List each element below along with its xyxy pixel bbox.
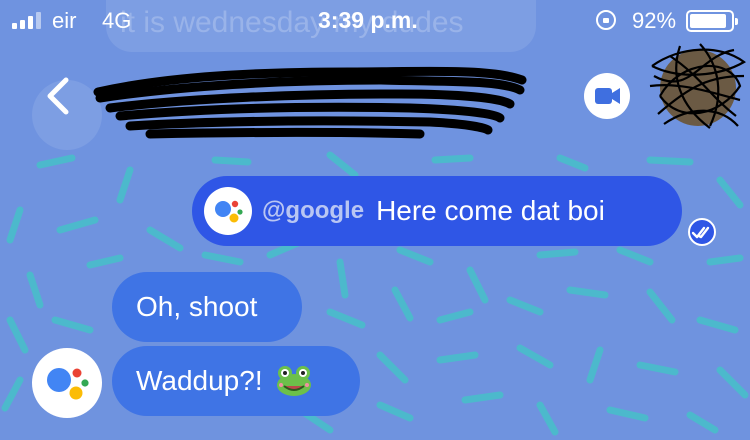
battery-percentage: 92% [632,8,677,33]
google-assistant-icon [204,187,252,235]
network-type: 4G [102,8,132,33]
signal-icon [12,11,41,29]
google-assistant-avatar[interactable] [32,348,102,418]
google-assistant-icon [47,368,89,400]
rotation-lock-icon [596,10,616,30]
sent-message-text: Here come dat boi [376,195,605,226]
clock: 3:39 p.m. [318,7,418,33]
sent-message-bubble[interactable]: @google Here come dat boi [192,176,682,246]
battery-icon [686,10,738,32]
mention-tag[interactable]: @google [262,197,364,225]
received-message-text: Waddup?! [136,365,263,396]
frog-icon [276,366,311,396]
redacted-contact-name [93,66,527,139]
received-message-text: Oh, shoot [136,291,258,322]
carrier-name: eir [52,8,77,33]
double-check-icon [688,218,716,246]
video-call-icon [595,88,620,104]
received-message-bubble[interactable]: Oh, shoot [112,272,302,342]
video-call-button[interactable] [584,73,630,119]
status-bar: eir 4G 3:39 p.m. 92% [0,0,750,40]
chevron-left-icon[interactable] [40,76,80,116]
received-message-bubble[interactable]: Waddup?! [112,346,360,416]
redacted-avatar[interactable] [640,36,750,136]
